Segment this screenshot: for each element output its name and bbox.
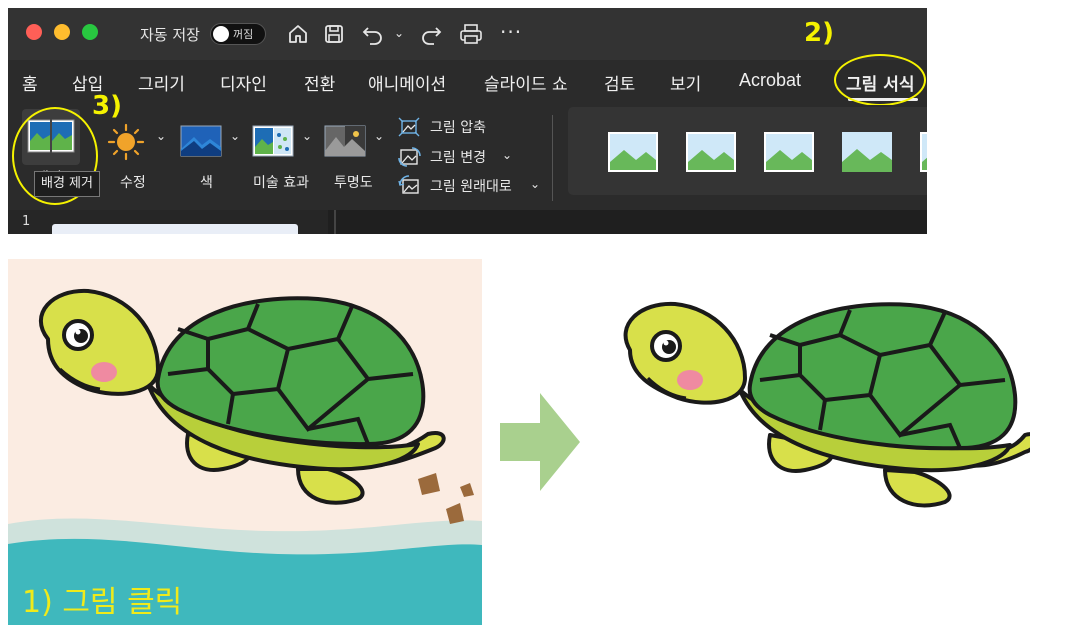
ribbon-divider [552, 115, 553, 201]
slide-thumbnail[interactable] [52, 224, 298, 234]
slide-pane: 1 [8, 210, 328, 234]
corrections-icon[interactable] [106, 122, 146, 162]
turtle-background-removed-image[interactable] [620, 290, 1030, 520]
more-icon[interactable]: ··· [500, 20, 522, 44]
annotation-step-1: 1) 그림 클릭 [22, 585, 183, 620]
transparency-label: 투명도 [334, 175, 373, 191]
tab-view[interactable]: 보기 [670, 70, 701, 95]
picture-style-3[interactable] [764, 132, 814, 172]
undo-icon[interactable] [360, 22, 386, 46]
corrections-label: 수정 [120, 175, 146, 191]
tab-design[interactable]: 디자인 [220, 70, 267, 95]
compress-icon [398, 117, 420, 137]
title-bar: 자동 저장 꺼짐 ⌄ ··· 2) [8, 8, 927, 60]
corrections-dropdown-icon[interactable]: ⌄ [156, 129, 166, 143]
transparency-icon[interactable] [324, 125, 366, 157]
landscape-icon [610, 134, 656, 170]
annotation-step-3: 3) [92, 91, 122, 121]
ribbon-picture-format: 배경 ⌄ 수정 ⌄ 색 [8, 91, 927, 210]
color-icon[interactable] [180, 125, 222, 157]
pane-divider[interactable] [334, 210, 336, 234]
artistic-effects-icon[interactable] [252, 125, 294, 157]
landscape-icon [842, 132, 892, 172]
tab-home[interactable]: 홈 [22, 70, 38, 95]
tab-transitions[interactable]: 전환 [304, 70, 335, 95]
ribbon-tabs: 홈 삽입 그리기 디자인 전환 애니메이션 슬라이드 쇼 검토 보기 Acrob… [8, 54, 927, 106]
print-icon[interactable] [458, 22, 484, 46]
document-area: 1 [8, 210, 927, 234]
original-turtle-picture[interactable]: 1) 그림 클릭 [8, 259, 482, 625]
change-picture-icon [398, 147, 421, 167]
picture-style-5[interactable] [920, 132, 927, 172]
change-picture-dropdown-icon[interactable]: ⌄ [502, 148, 512, 162]
artistic-effects-dropdown-icon[interactable]: ⌄ [302, 129, 312, 143]
save-icon[interactable] [322, 22, 346, 46]
reset-picture-label: 그림 원래대로 [430, 179, 512, 195]
picture-styles-gallery [568, 107, 927, 195]
compress-pictures-label: 그림 압축 [430, 120, 486, 136]
toggle-knob [213, 26, 229, 42]
reset-picture-icon [398, 175, 419, 194]
annotation-circle-picture-format [834, 54, 926, 106]
landscape-icon [688, 134, 734, 170]
zoom-window-button[interactable] [82, 24, 98, 40]
tab-review[interactable]: 검토 [604, 70, 635, 95]
landscape-icon [922, 134, 927, 170]
undo-dropdown-icon[interactable]: ⌄ [394, 26, 404, 40]
color-dropdown-icon[interactable]: ⌄ [230, 129, 240, 143]
picture-style-1[interactable] [608, 132, 658, 172]
close-window-button[interactable] [26, 24, 42, 40]
minimize-window-button[interactable] [54, 24, 70, 40]
landscape-icon [766, 134, 812, 170]
transparency-dropdown-icon[interactable]: ⌄ [374, 129, 384, 143]
artistic-effects-label: 미술 효과 [253, 175, 309, 191]
turtle-with-background-image [8, 259, 482, 625]
autosave-state: 꺼짐 [233, 28, 254, 41]
redo-icon[interactable] [418, 22, 444, 46]
annotation-step-2: 2) [804, 18, 834, 48]
tab-animations[interactable]: 애니메이션 [368, 70, 446, 95]
picture-style-4[interactable] [842, 132, 892, 172]
picture-style-2[interactable] [686, 132, 736, 172]
autosave-toggle[interactable]: 꺼짐 [210, 23, 266, 45]
color-label: 색 [200, 175, 213, 191]
tab-draw[interactable]: 그리기 [138, 70, 185, 95]
tab-slideshow[interactable]: 슬라이드 쇼 [484, 70, 568, 95]
tab-acrobat[interactable]: Acrobat [739, 70, 801, 91]
slide-number: 1 [22, 214, 31, 229]
autosave-label: 자동 저장 [140, 26, 200, 44]
arrow-right-icon [500, 393, 580, 491]
home-icon[interactable] [286, 22, 310, 46]
remove-background-tooltip: 배경 제거 [34, 171, 100, 197]
powerpoint-window: 자동 저장 꺼짐 ⌄ ··· 2) 홈 삽입 그리기 디자인 전환 애니메이션 … [8, 8, 927, 234]
change-picture-label: 그림 변경 [430, 150, 486, 166]
reset-picture-dropdown-icon[interactable]: ⌄ [530, 177, 540, 191]
